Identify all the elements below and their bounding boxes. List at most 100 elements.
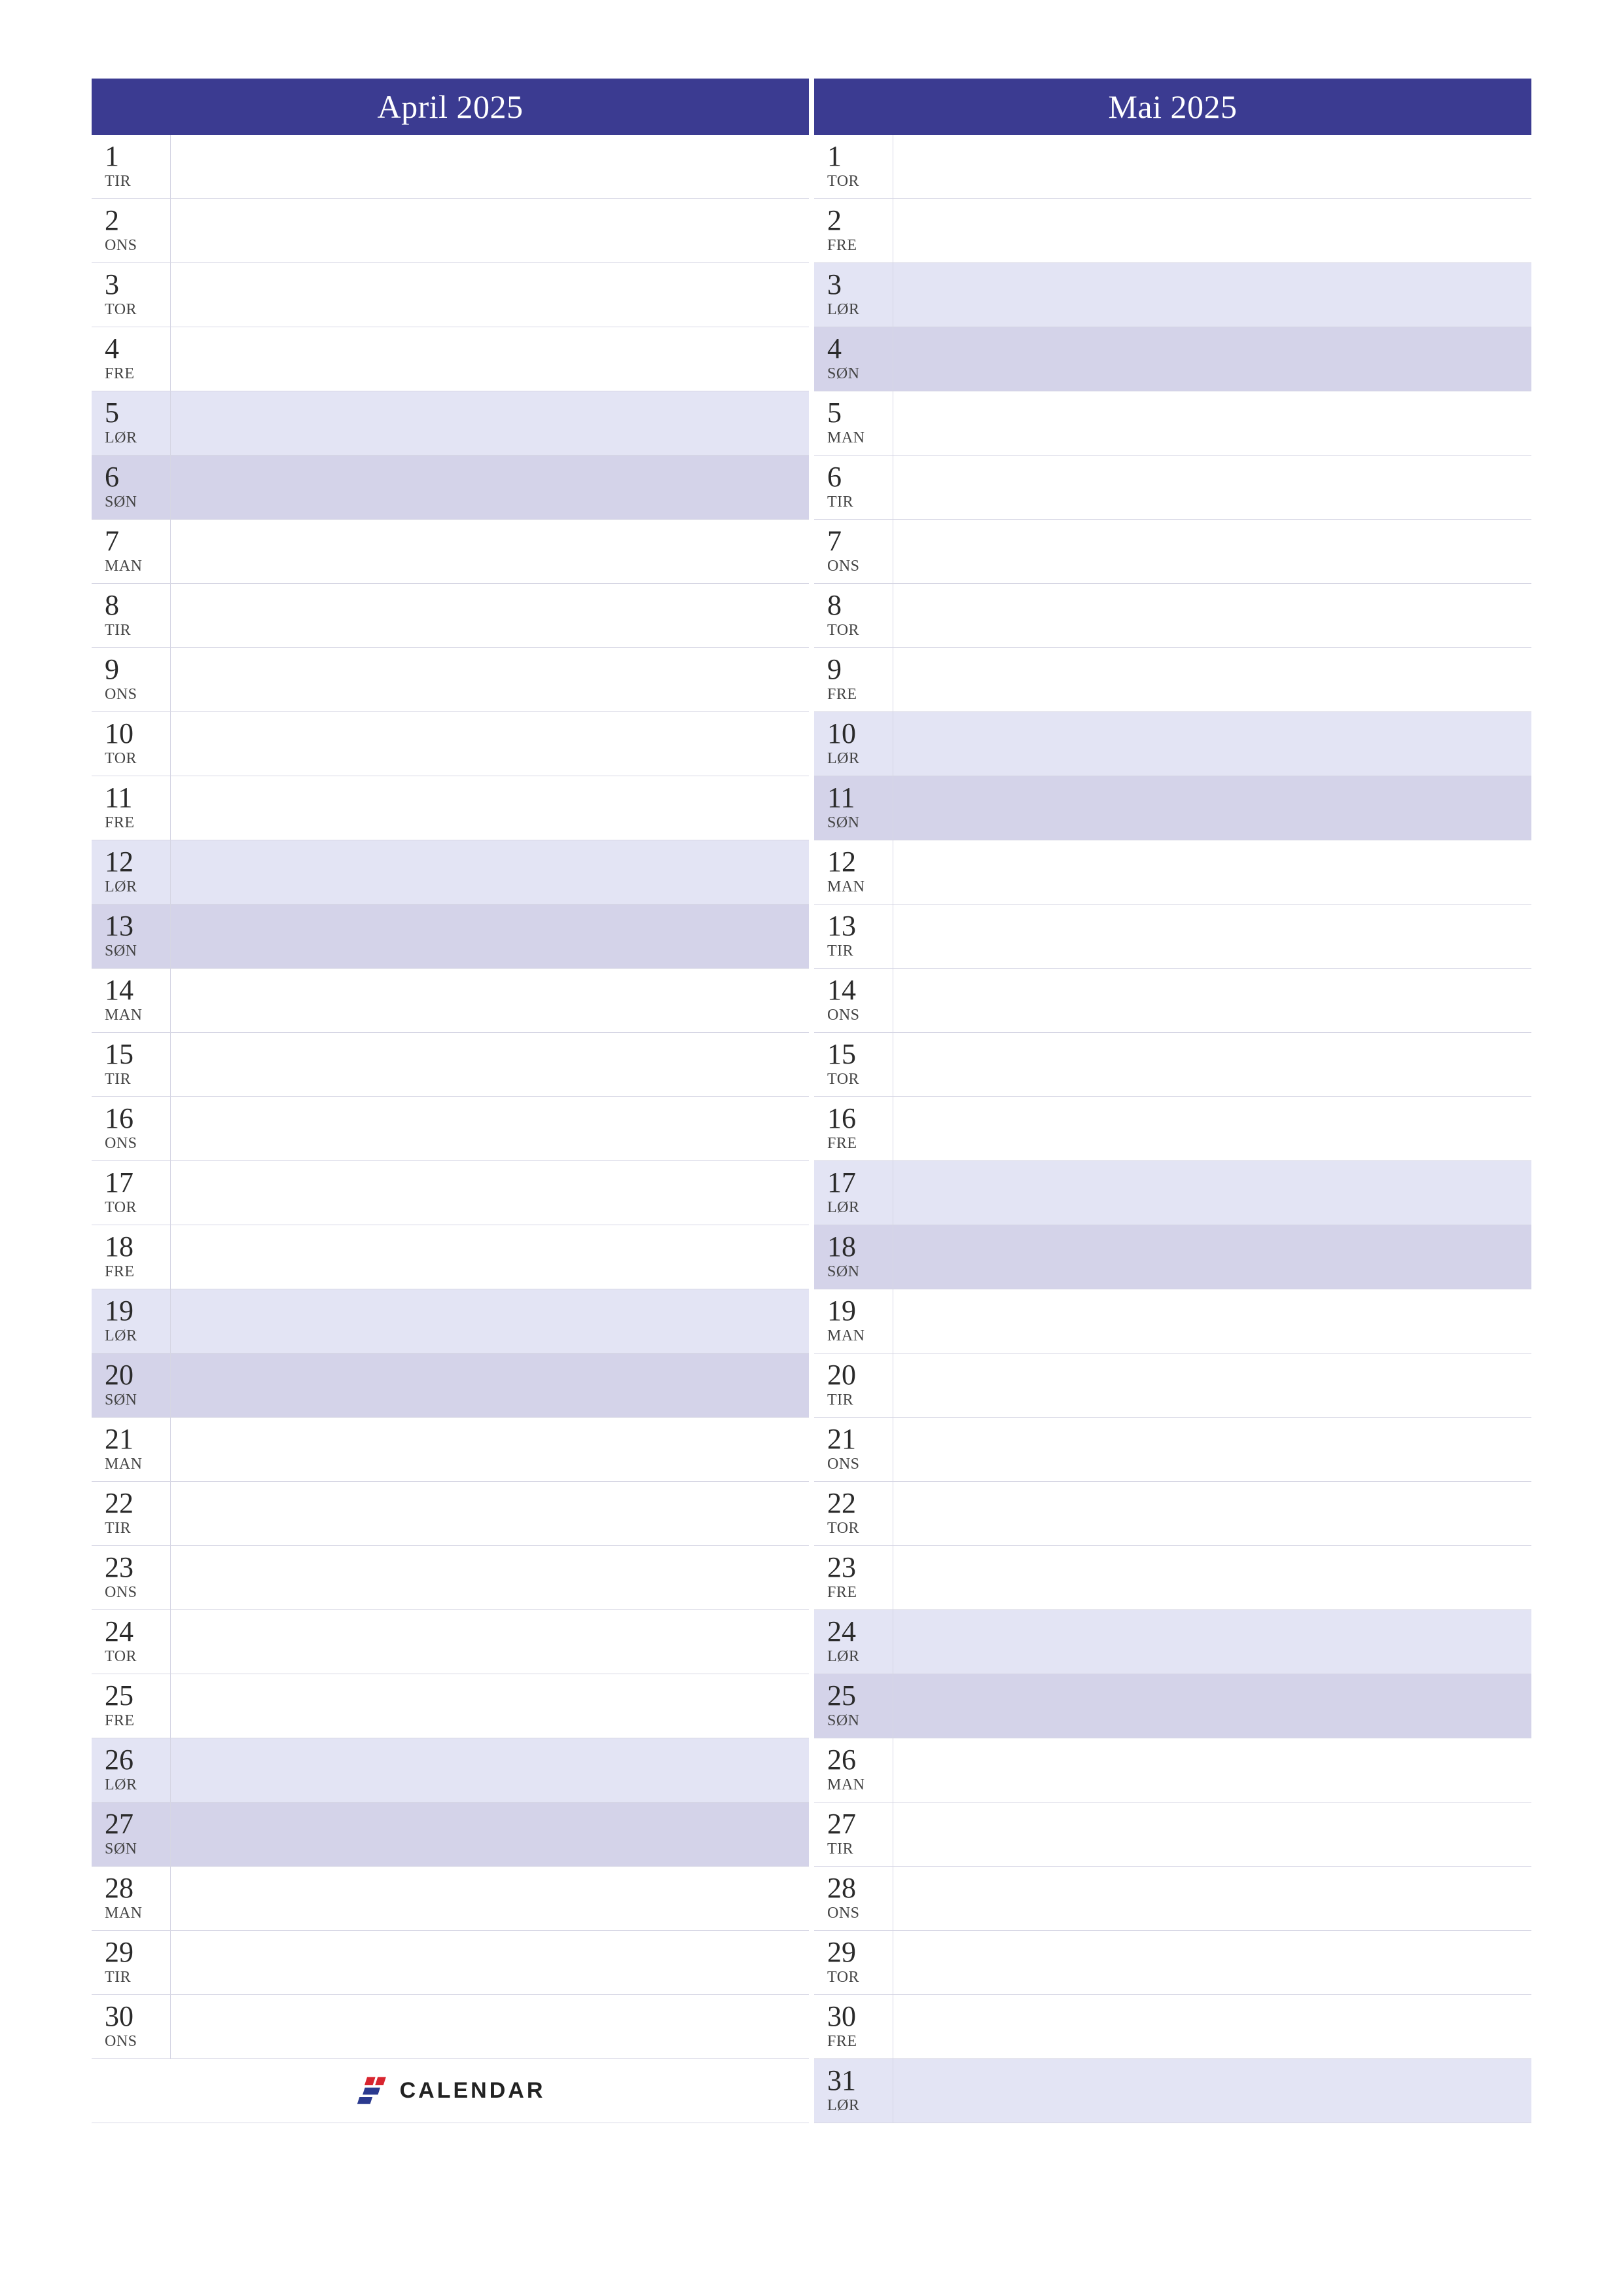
day-number: 26 — [105, 1746, 170, 1774]
day-number: 8 — [827, 591, 893, 620]
day-row: 27TIR — [814, 1803, 1531, 1867]
day-label: 21MAN — [92, 1418, 170, 1481]
calendar-planner: April 20251TIR2ONS3TOR4FRE5LØR6SØN7MAN8T… — [92, 79, 1531, 2123]
day-of-week: SØN — [105, 1840, 170, 1859]
day-label: 9ONS — [92, 648, 170, 711]
day-label: 20SØN — [92, 1354, 170, 1417]
day-row: 19LØR — [92, 1289, 809, 1354]
day-label: 8TOR — [814, 584, 893, 647]
day-row: 4SØN — [814, 327, 1531, 391]
day-of-week: LØR — [827, 1647, 893, 1666]
day-of-week: SØN — [105, 493, 170, 512]
day-number: 6 — [827, 463, 893, 492]
day-label: 31LØR — [814, 2059, 893, 2123]
note-area — [893, 1161, 1531, 1225]
day-number: 27 — [827, 1810, 893, 1839]
day-number: 20 — [105, 1361, 170, 1390]
day-row: 25SØN — [814, 1674, 1531, 1738]
day-of-week: LØR — [105, 1776, 170, 1795]
day-label: 10LØR — [814, 712, 893, 776]
note-area — [170, 1097, 809, 1160]
day-number: 5 — [827, 399, 893, 427]
note-area — [170, 1161, 809, 1225]
day-label: 25SØN — [814, 1674, 893, 1738]
day-number: 29 — [827, 1938, 893, 1967]
note-area — [170, 1803, 809, 1866]
note-area — [893, 1803, 1531, 1866]
note-area — [170, 456, 809, 519]
day-row: 6TIR — [814, 456, 1531, 520]
day-label: 17TOR — [92, 1161, 170, 1225]
note-area — [170, 1289, 809, 1353]
note-area — [170, 1482, 809, 1545]
day-number: 2 — [105, 206, 170, 235]
day-of-week: FRE — [105, 814, 170, 833]
day-label: 5MAN — [814, 391, 893, 455]
note-area — [170, 1995, 809, 2058]
day-number: 15 — [827, 1040, 893, 1069]
day-of-week: MAN — [827, 1776, 893, 1795]
day-label: 2ONS — [92, 199, 170, 262]
brand-name: CALENDAR — [400, 2078, 546, 2104]
day-of-week: FRE — [105, 1712, 170, 1731]
day-of-week: TIR — [105, 1519, 170, 1538]
note-area — [170, 263, 809, 327]
day-of-week: ONS — [827, 557, 893, 576]
day-number: 29 — [105, 1938, 170, 1967]
day-of-week: TIR — [105, 172, 170, 191]
day-number: 7 — [827, 527, 893, 556]
day-row: 11SØN — [814, 776, 1531, 840]
day-number: 21 — [105, 1425, 170, 1454]
day-row: 12MAN — [814, 840, 1531, 905]
note-area — [893, 1867, 1531, 1930]
note-area — [170, 1354, 809, 1417]
day-label: 15TOR — [814, 1033, 893, 1096]
day-label: 5LØR — [92, 391, 170, 455]
day-label: 14MAN — [92, 969, 170, 1032]
day-row: 15TOR — [814, 1033, 1531, 1097]
day-row: 2ONS — [92, 199, 809, 263]
day-number: 24 — [827, 1617, 893, 1646]
day-row: 16FRE — [814, 1097, 1531, 1161]
day-of-week: TIR — [105, 1070, 170, 1089]
day-label: 25FRE — [92, 1674, 170, 1738]
day-row: 11FRE — [92, 776, 809, 840]
note-area — [170, 1546, 809, 1609]
day-row: 6SØN — [92, 456, 809, 520]
day-number: 7 — [105, 527, 170, 556]
day-label: 27SØN — [92, 1803, 170, 1866]
note-area — [170, 1738, 809, 1802]
day-number: 14 — [827, 976, 893, 1005]
brand-logo: CALENDAR — [355, 2073, 546, 2109]
day-label: 8TIR — [92, 584, 170, 647]
note-area — [893, 1097, 1531, 1160]
day-of-week: MAN — [105, 1904, 170, 1923]
day-label: 18FRE — [92, 1225, 170, 1289]
day-label: 14ONS — [814, 969, 893, 1032]
day-of-week: TIR — [827, 1391, 893, 1410]
day-of-week: LØR — [105, 878, 170, 897]
note-area — [893, 1738, 1531, 1802]
days-list: 1TIR2ONS3TOR4FRE5LØR6SØN7MAN8TIR9ONS10TO… — [92, 135, 809, 2123]
day-row: 12LØR — [92, 840, 809, 905]
day-of-week: LØR — [827, 749, 893, 768]
day-of-week: LØR — [827, 1198, 893, 1217]
day-number: 18 — [827, 1232, 893, 1261]
day-number: 6 — [105, 463, 170, 492]
day-of-week: TOR — [105, 1198, 170, 1217]
day-of-week: LØR — [105, 1327, 170, 1346]
day-row: 23FRE — [814, 1546, 1531, 1610]
note-area — [170, 969, 809, 1032]
day-label: 12LØR — [92, 840, 170, 904]
day-of-week: MAN — [105, 557, 170, 576]
day-of-week: TOR — [827, 172, 893, 191]
day-of-week: TOR — [105, 1647, 170, 1666]
day-label: 28MAN — [92, 1867, 170, 1930]
day-label: 27TIR — [814, 1803, 893, 1866]
note-area — [893, 1354, 1531, 1417]
day-label: 9FRE — [814, 648, 893, 711]
day-number: 24 — [105, 1617, 170, 1646]
note-area — [170, 199, 809, 262]
day-row: 7ONS — [814, 520, 1531, 584]
note-area — [893, 712, 1531, 776]
